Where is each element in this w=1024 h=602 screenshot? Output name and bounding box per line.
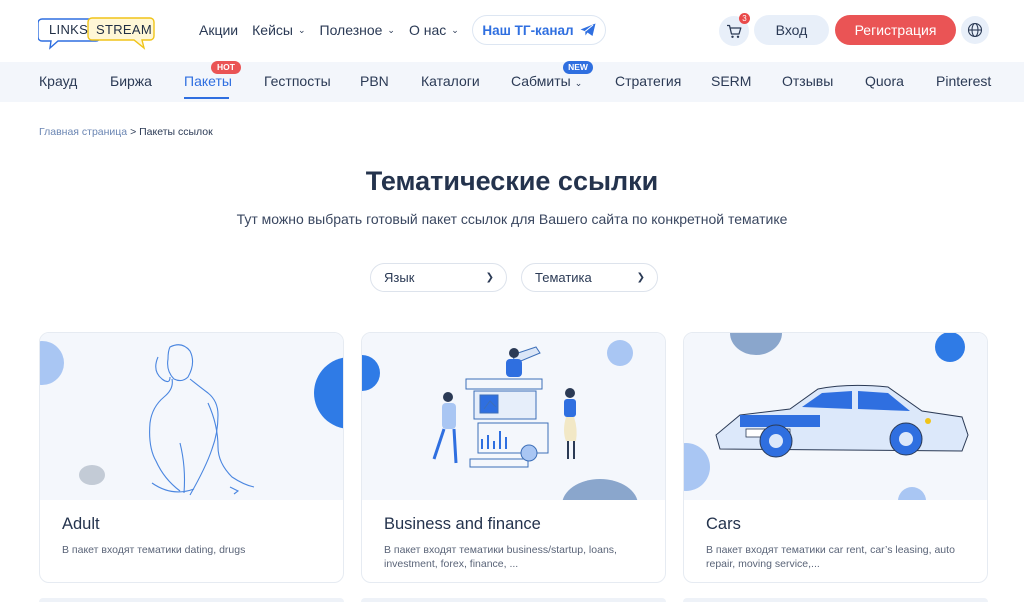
subnav-item-exchange[interactable]: Биржа <box>110 73 152 89</box>
chevron-down-icon: ⌄ <box>574 78 583 88</box>
subnav-item-submits[interactable]: Сабмиты ⌄ <box>511 73 582 89</box>
page-subtitle: Тут можно выбрать готовый пакет ссылок д… <box>236 211 788 227</box>
globe-icon <box>967 22 983 38</box>
theme-select-value: Тематика <box>535 270 592 285</box>
next-card-peek <box>683 598 988 602</box>
top-nav-cases[interactable]: Кейсы ⌄ <box>252 22 305 38</box>
package-card-cars[interactable]: Cars В пакет входят тематики car rent, c… <box>683 332 988 583</box>
login-button[interactable]: Вход <box>754 15 829 45</box>
new-badge: NEW <box>563 61 593 74</box>
cart-count-badge: 3 <box>739 13 750 24</box>
top-nav-promos[interactable]: Акции <box>199 22 238 38</box>
theme-select[interactable]: Тематика ❯ <box>521 263 658 292</box>
linksstream-logo[interactable]: LINKS STREAM <box>38 15 158 50</box>
register-button[interactable]: Регистрация <box>835 15 956 45</box>
subnav-item-pinterest[interactable]: Pinterest <box>936 73 991 89</box>
woman-figure-illustration <box>40 341 343 496</box>
subnav-item-pbn[interactable]: PBN <box>360 73 389 89</box>
cart-icon <box>727 24 742 38</box>
telegram-plane-icon <box>580 23 596 37</box>
top-nav-useful[interactable]: Полезное ⌄ <box>320 22 395 38</box>
active-tab-underline <box>184 97 229 99</box>
subnav-item-crowd[interactable]: Крауд <box>39 73 77 89</box>
chevron-down-icon: ❯ <box>485 272 494 283</box>
language-select[interactable]: Язык ❯ <box>370 263 507 292</box>
card-title: Adult <box>62 515 100 533</box>
top-nav-label: Акции <box>199 22 239 38</box>
card-illustration <box>684 333 987 500</box>
top-nav-label: О нас <box>408 22 447 38</box>
subnav-item-guestposts[interactable]: Гестпосты <box>264 73 331 89</box>
chevron-down-icon: ⌄ <box>297 24 306 35</box>
top-nav: Акции Кейсы ⌄ Полезное ⌄ О нас ⌄ <box>199 22 473 38</box>
chevron-down-icon: ❯ <box>636 272 645 283</box>
subnav-item-catalogs[interactable]: Каталоги <box>421 73 480 89</box>
top-header: LINKS STREAM Акции Кейсы ⌄ Полезное ⌄ О … <box>0 0 1024 62</box>
subnav-item-strategy[interactable]: Стратегия <box>615 73 681 89</box>
package-card-adult[interactable]: Adult В пакет входят тематики dating, dr… <box>39 332 344 583</box>
top-nav-label: Кейсы <box>252 22 293 38</box>
language-switcher[interactable] <box>961 16 989 44</box>
card-description: В пакет входят тематики car rent, car’s … <box>706 544 955 570</box>
subnav-item-reviews[interactable]: Отзывы <box>782 73 833 89</box>
breadcrumb-home-link[interactable]: Главная страница <box>39 126 127 138</box>
card-description: В пакет входят тематики dating, drugs <box>62 544 246 556</box>
subnav-item-quora[interactable]: Quora <box>865 73 904 89</box>
chevron-down-icon: ⌄ <box>387 24 395 35</box>
next-card-peek <box>361 598 666 602</box>
card-description: В пакет входят тематики business/startup… <box>384 544 617 570</box>
subnav-label: Сабмиты <box>511 73 571 89</box>
top-nav-about[interactable]: О нас ⌄ <box>409 22 459 38</box>
card-title: Business and finance <box>384 515 541 533</box>
breadcrumb: Главная страница > Пакеты ссылок <box>39 126 213 138</box>
cart-button[interactable]: 3 <box>719 13 750 46</box>
telegram-channel-button[interactable]: Наш ТГ-канал <box>472 15 606 45</box>
card-illustration <box>40 333 343 500</box>
logo-word-links: LINKS <box>49 22 89 37</box>
breadcrumb-current: Пакеты ссылок <box>139 126 213 138</box>
subnav-item-serm[interactable]: SERM <box>711 73 751 89</box>
language-select-value: Язык <box>384 270 415 285</box>
package-card-business[interactable]: Business and finance В пакет входят тема… <box>361 332 666 583</box>
page-title: Тематические ссылки <box>365 166 659 196</box>
top-nav-label: Полезное <box>319 22 383 38</box>
logo-word-stream: STREAM <box>96 22 152 37</box>
breadcrumb-separator: > <box>130 126 137 138</box>
chevron-down-icon: ⌄ <box>451 24 459 35</box>
category-nav: Крауд Биржа Пакеты HOT Гестпосты PBN Кат… <box>0 61 1024 102</box>
business-team-illustration <box>362 340 638 500</box>
card-title: Cars <box>706 515 741 533</box>
card-illustration <box>362 333 665 500</box>
car-illustration <box>684 333 969 500</box>
subnav-item-packages[interactable]: Пакеты <box>184 73 232 89</box>
next-card-peek <box>39 598 344 602</box>
telegram-button-label: Наш ТГ-канал <box>482 22 574 38</box>
hot-badge: HOT <box>211 61 241 74</box>
